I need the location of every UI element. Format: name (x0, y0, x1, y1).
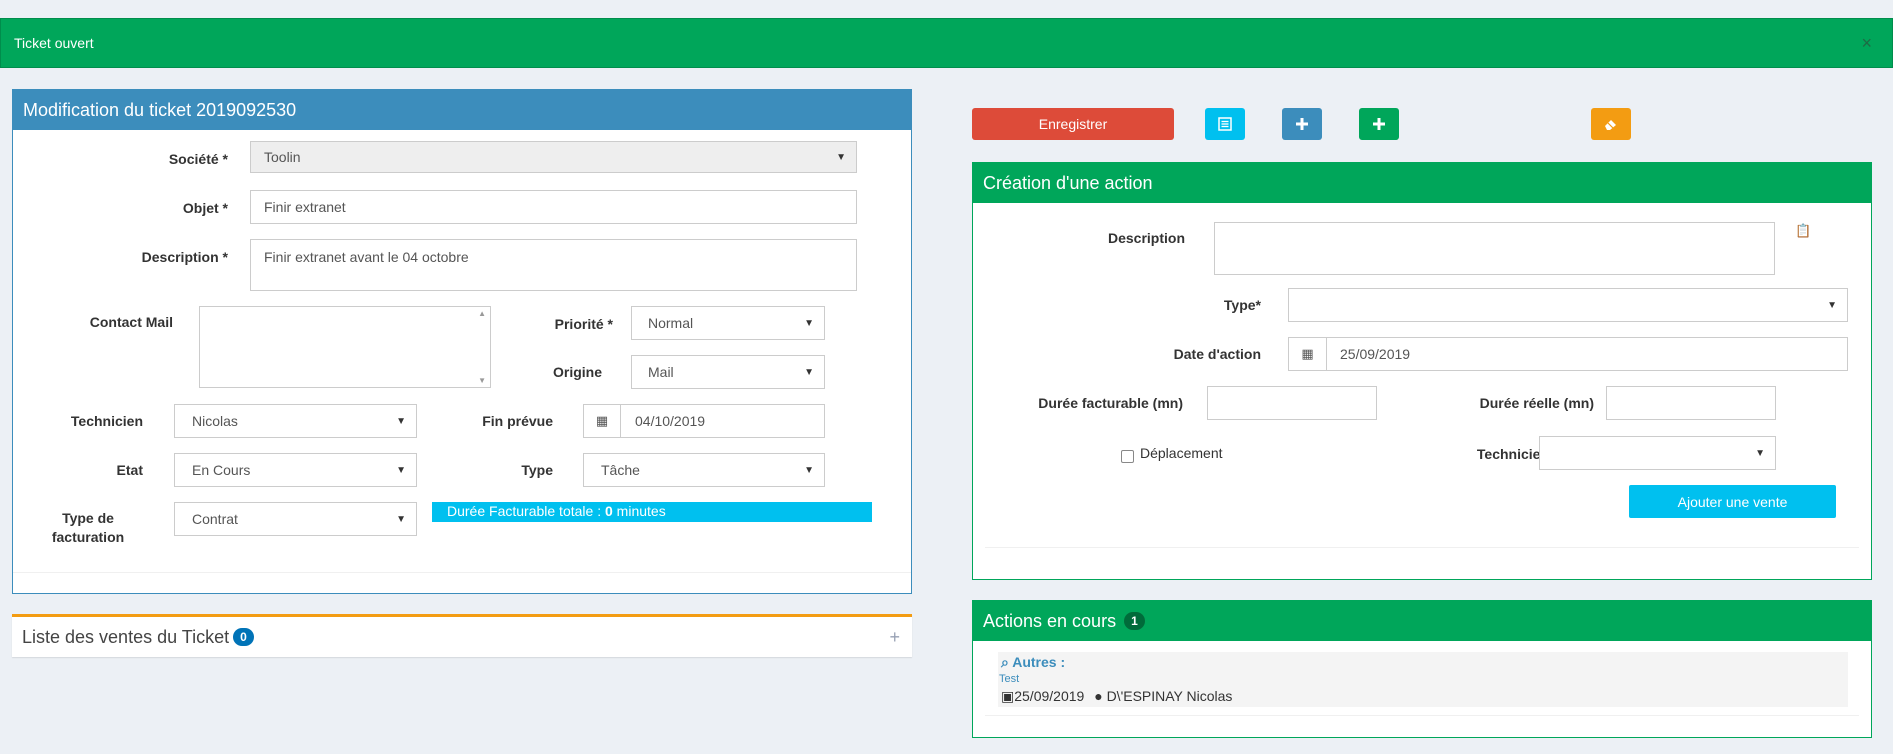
fin-prevue-input[interactable]: 04/10/2019 (620, 404, 825, 438)
duree-reelle-label: Durée réelle (mn) (1479, 395, 1594, 411)
calendar-icon[interactable]: ▦ (583, 404, 621, 438)
list-item[interactable]: ⌕ Autres : Test ▣25/09/2019 ● D\'ESPINAY… (998, 652, 1848, 707)
type-facturation-label: Type de facturation (51, 510, 125, 545)
close-icon[interactable]: × (1861, 33, 1872, 54)
duree-reelle-input[interactable] (1606, 386, 1776, 420)
action-title: Création d'une action (983, 172, 1153, 193)
erase-button[interactable] (1591, 108, 1631, 140)
chevron-down-icon: ▼ (396, 464, 406, 476)
calendar-check-icon: ▣ (1001, 688, 1015, 704)
priorite-label: Priorité * (554, 316, 613, 332)
current-actions-header: Actions en cours 1 (973, 601, 1871, 641)
status-alert: Ticket ouvert × (0, 18, 1893, 68)
origine-select[interactable]: Mail ▼ (631, 355, 825, 389)
divider (13, 572, 911, 573)
fin-prevue-value: 04/10/2019 (635, 413, 706, 429)
type-label: Type (521, 462, 553, 478)
chevron-down-icon: ▼ (1755, 447, 1765, 459)
priorite-select[interactable]: Normal ▼ (631, 306, 825, 340)
chevron-down-icon: ▼ (396, 513, 406, 525)
chevron-down-icon: ▼ (836, 151, 846, 163)
action-date-input[interactable]: 25/09/2019 (1326, 337, 1848, 371)
deplacement-checkbox[interactable] (1121, 450, 1134, 463)
technicien-select[interactable]: Nicolas ▼ (174, 404, 417, 438)
divider (985, 547, 1859, 548)
action-type-select[interactable]: ▼ (1288, 288, 1848, 322)
type-facturation-select[interactable]: Contrat ▼ (174, 502, 417, 536)
fin-prevue-label: Fin prévue (482, 413, 553, 429)
ticket-title: Modification du ticket 2019092530 (23, 99, 297, 120)
etat-value: En Cours (192, 462, 251, 478)
chevron-down-icon: ▼ (804, 317, 814, 329)
objet-label: Objet * (182, 200, 228, 216)
ticket-panel: Modification du ticket 2019092530 Sociét… (12, 89, 912, 594)
search-icon: ⌕ (1001, 654, 1009, 670)
add-sale-button[interactable]: Ajouter une vente (1629, 485, 1836, 518)
plus-icon (1373, 118, 1385, 130)
action-name[interactable]: Test (999, 673, 1019, 685)
description-label: Description * (141, 249, 228, 265)
chevron-down-icon: ▼ (1827, 299, 1837, 311)
type-facturation-value: Contrat (192, 511, 238, 527)
expand-icon[interactable]: + (889, 627, 900, 648)
sales-panel[interactable]: Liste des ventes du Ticket 0 + (12, 614, 912, 657)
origine-value: Mail (648, 364, 674, 380)
duree-facturable-input[interactable] (1207, 386, 1377, 420)
chevron-down-icon: ▼ (804, 366, 814, 378)
origine-label: Origine (552, 364, 602, 380)
chevron-down-icon: ▼ (396, 415, 406, 427)
current-count-badge: 1 (1124, 612, 1145, 630)
action-description-label: Description (1107, 230, 1185, 246)
add-green-button[interactable] (1359, 108, 1399, 140)
sales-title: Liste des ventes du Ticket 0 (22, 627, 254, 648)
alert-text: Ticket ouvert (14, 35, 94, 51)
duree-facturable-label: Durée facturable (mn) (1038, 395, 1183, 411)
action-type-label: Type* (1223, 297, 1261, 313)
etat-select[interactable]: En Cours ▼ (174, 453, 417, 487)
current-actions-title: Actions en cours (983, 610, 1117, 631)
eraser-icon (1605, 120, 1616, 130)
action-date-label: Date d'action (1173, 346, 1261, 362)
objet-input[interactable]: Finir extranet (250, 190, 857, 224)
ticket-panel-header: Modification du ticket 2019092530 (13, 90, 911, 130)
add-button[interactable] (1282, 108, 1322, 140)
scroll-up-icon[interactable]: ▲ (478, 309, 486, 318)
action-panel-header: Création d'une action (973, 163, 1871, 203)
type-value: Tâche (601, 462, 640, 478)
divider (985, 715, 1859, 716)
societe-value: Toolin (264, 149, 301, 165)
description-value: Finir extranet avant le 04 octobre (264, 249, 469, 265)
paste-icon[interactable]: 📋 (1795, 223, 1811, 239)
societe-label: Société * (168, 151, 228, 167)
action-panel: Création d'une action Description 📋 Type… (972, 162, 1872, 580)
priorite-value: Normal (648, 315, 694, 331)
list-icon (1218, 117, 1232, 131)
type-select[interactable]: Tâche ▼ (583, 453, 825, 487)
plus-icon (1296, 118, 1308, 130)
user-icon: ● (1094, 688, 1103, 704)
save-button[interactable]: Enregistrer (972, 108, 1174, 140)
societe-select[interactable]: Toolin ▼ (250, 141, 857, 173)
calendar-icon[interactable]: ▦ (1288, 337, 1327, 371)
action-category[interactable]: ⌕ Autres : (1001, 654, 1065, 671)
scroll-down-icon[interactable]: ▼ (478, 376, 486, 385)
etat-label: Etat (116, 462, 143, 478)
list-button[interactable] (1205, 108, 1245, 140)
current-actions-panel: Actions en cours 1 ⌕ Autres : Test ▣25/0… (972, 600, 1872, 738)
sales-count-badge: 0 (233, 628, 254, 646)
chevron-down-icon: ▼ (804, 464, 814, 476)
contact-mail-textarea[interactable]: ▲ ▼ (199, 306, 491, 388)
action-description-textarea[interactable] (1214, 222, 1775, 275)
deplacement-label: Déplacement (1140, 445, 1223, 461)
description-textarea[interactable]: Finir extranet avant le 04 octobre (250, 239, 857, 291)
action-date-value: 25/09/2019 (1340, 346, 1411, 362)
action-technicien-select[interactable]: ▼ (1539, 436, 1776, 470)
objet-value: Finir extranet (264, 199, 346, 215)
action-technicien-label: Technicien (1476, 446, 1549, 462)
technicien-value: Nicolas (192, 413, 238, 429)
contact-mail-label: Contact Mail (89, 314, 173, 330)
action-meta: ▣25/09/2019 ● D\'ESPINAY Nicolas (1001, 688, 1233, 704)
duree-totale-bar: Durée Facturable totale : 0 minutes (432, 502, 872, 522)
technicien-label: Technicien (70, 413, 143, 429)
